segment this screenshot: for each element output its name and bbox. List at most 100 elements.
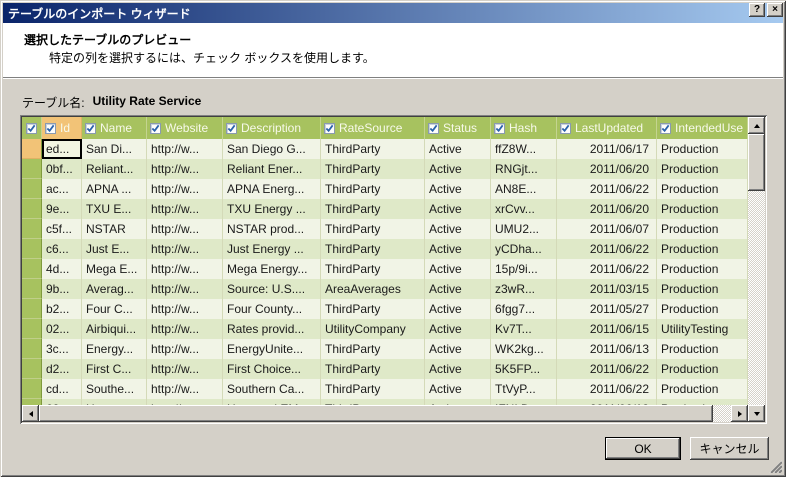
table-cell[interactable]: TtVyP... [491,379,557,399]
table-cell[interactable]: Active [425,159,491,179]
header-cell-Id[interactable]: Id [42,117,82,139]
table-cell[interactable]: xrCvv... [491,199,557,219]
row-selector[interactable] [22,379,42,399]
row-selector[interactable] [22,339,42,359]
table-cell[interactable]: http://w... [147,279,223,299]
table-cell[interactable]: Four C... [82,299,147,319]
row-selector[interactable] [22,199,42,219]
table-cell[interactable]: Active [425,379,491,399]
table-cell[interactable]: yCDha... [491,239,557,259]
table-cell[interactable]: 2011/06/17 [557,139,657,159]
table-cell[interactable]: cd... [42,379,82,399]
row-selector[interactable] [22,279,42,299]
table-cell[interactable]: 9b... [42,279,82,299]
table-cell[interactable]: ThirdParty [321,159,425,179]
table-cell[interactable]: 6fgg7... [491,299,557,319]
row-selector[interactable] [22,219,42,239]
table-cell[interactable]: ThirdParty [321,239,425,259]
table-cell[interactable]: ThirdParty [321,359,425,379]
table-cell[interactable]: ThirdParty [321,259,425,279]
table-cell[interactable]: Active [425,179,491,199]
table-cell[interactable]: http://w... [147,359,223,379]
table-cell[interactable]: Production [657,139,748,159]
table-cell[interactable]: 2011/06/15 [557,319,657,339]
column-checkbox-LastUpdated[interactable] [560,122,571,134]
table-cell[interactable]: c5f... [42,219,82,239]
table-cell[interactable]: http://w... [147,299,223,319]
table-cell[interactable]: Just E... [82,239,147,259]
row-selector[interactable] [22,159,42,179]
table-cell[interactable]: San Diego G... [223,139,321,159]
table-cell[interactable]: 2011/06/22 [557,179,657,199]
table-cell[interactable]: Production [657,339,748,359]
table-cell[interactable]: UtilityCompany [321,319,425,339]
column-checkbox-Description[interactable] [226,122,237,134]
table-cell[interactable]: 9e... [42,199,82,219]
header-cell-Hash[interactable]: Hash [491,117,557,139]
table-cell[interactable]: Production [657,219,748,239]
table-cell[interactable]: Production [657,359,748,379]
table-cell[interactable]: 2011/06/20 [557,159,657,179]
scroll-left-button[interactable] [22,405,39,422]
table-cell[interactable]: Active [425,259,491,279]
table-cell[interactable]: 2011/06/22 [557,379,657,399]
table-cell[interactable]: Production [657,299,748,319]
row-selector[interactable] [22,299,42,319]
table-cell[interactable]: AreaAverages [321,279,425,299]
table-cell[interactable]: Kv7T... [491,319,557,339]
table-cell[interactable]: Energy... [82,339,147,359]
cancel-button[interactable]: キャンセル [690,437,769,460]
table-cell[interactable]: 0bf... [42,159,82,179]
table-cell[interactable]: Four County... [223,299,321,319]
table-cell[interactable]: Rates provid... [223,319,321,339]
horizontal-scrollbar[interactable] [22,405,748,422]
table-cell[interactable]: UMU2... [491,219,557,239]
table-cell[interactable]: Mega Energy... [223,259,321,279]
column-checkbox-Name[interactable] [85,122,96,134]
table-cell[interactable]: Just Energy ... [223,239,321,259]
table-cell[interactable]: 2011/06/22 [557,239,657,259]
table-cell[interactable]: http://w... [147,239,223,259]
table-cell[interactable]: 5K5FP... [491,359,557,379]
table-cell[interactable]: APNA Energ... [223,179,321,199]
table-cell[interactable]: 4d... [42,259,82,279]
vertical-scrollbar[interactable] [748,117,765,422]
table-cell[interactable]: ThirdParty [321,179,425,199]
table-cell[interactable]: http://w... [147,159,223,179]
table-cell[interactable]: ac... [42,179,82,199]
table-cell[interactable]: 2011/06/13 [557,339,657,359]
table-cell[interactable]: Production [657,159,748,179]
table-cell[interactable]: ThirdParty [321,299,425,319]
table-cell[interactable]: Production [657,379,748,399]
table-cell[interactable]: c6... [42,239,82,259]
table-cell[interactable]: Averag... [82,279,147,299]
table-cell[interactable]: TXU Energy ... [223,199,321,219]
horizontal-scroll-thumb[interactable] [39,405,713,422]
table-cell[interactable]: d2... [42,359,82,379]
table-cell[interactable]: UtilityTesting [657,319,748,339]
table-cell[interactable]: Active [425,199,491,219]
table-cell[interactable]: Production [657,279,748,299]
column-checkbox-Hash[interactable] [494,122,505,134]
table-cell[interactable]: ThirdParty [321,139,425,159]
row-selector[interactable] [22,259,42,279]
header-cell-RateSource[interactable]: RateSource [321,117,425,139]
table-cell[interactable]: TXU E... [82,199,147,219]
column-checkbox-IntendedUse[interactable] [660,122,671,134]
table-cell[interactable]: ThirdParty [321,379,425,399]
table-cell[interactable]: Active [425,299,491,319]
column-checkbox-RateSource[interactable] [324,122,335,134]
table-cell[interactable]: ThirdParty [321,199,425,219]
table-cell[interactable]: http://w... [147,259,223,279]
table-cell[interactable]: b2... [42,299,82,319]
table-cell[interactable]: APNA ... [82,179,147,199]
table-cell[interactable]: Southe... [82,379,147,399]
table-cell[interactable]: Production [657,179,748,199]
table-cell[interactable]: Active [425,319,491,339]
table-cell[interactable]: http://w... [147,199,223,219]
table-cell[interactable]: Southern Ca... [223,379,321,399]
table-cell[interactable]: Reliant Ener... [223,159,321,179]
table-cell[interactable]: RNGjt... [491,159,557,179]
row-selector[interactable] [22,179,42,199]
table-cell[interactable]: http://w... [147,179,223,199]
